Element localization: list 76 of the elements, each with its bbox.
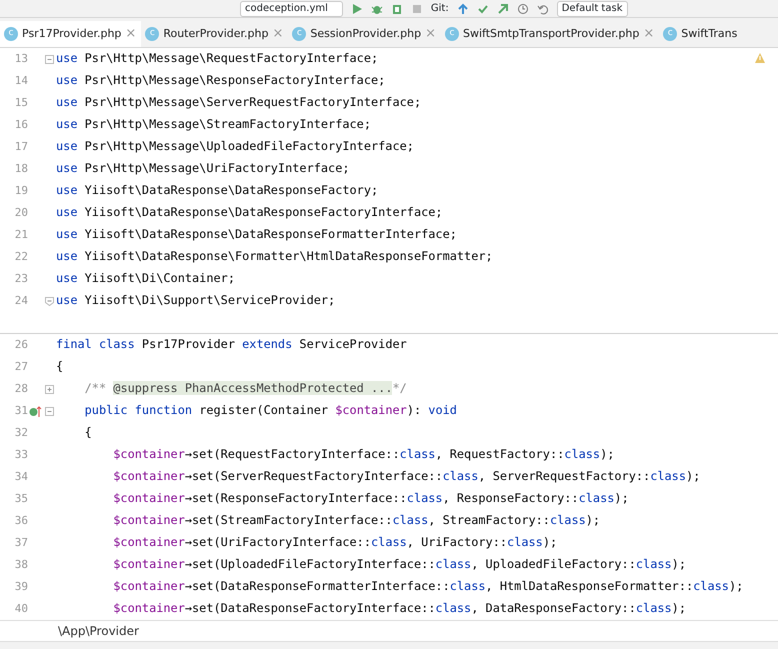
line-number: 18 xyxy=(14,160,28,177)
code-line: { xyxy=(56,358,64,376)
line-number: 26 xyxy=(14,336,28,353)
code-line: use Yiisoft\Di\Support\ServiceProvider; xyxy=(56,292,336,310)
line-number: 20 xyxy=(14,204,28,221)
line-number: 14 xyxy=(14,72,28,89)
editor-tab[interactable]: c Psr17Provider.php × xyxy=(0,20,142,47)
code-line: use Yiisoft\DataResponse\Formatter\HtmlDataResponseFormatter; xyxy=(56,248,493,266)
stop-icon[interactable] xyxy=(410,2,423,14)
line-number: 13 xyxy=(14,50,28,67)
code-line: $container→set(DataResponseFormatterInterface::class, HtmlDataResponseFormatter::class); xyxy=(112,578,744,596)
run-icon[interactable] xyxy=(350,2,363,14)
line-number: 31 xyxy=(14,402,28,419)
line-number: 32 xyxy=(14,424,28,441)
breadcrumb[interactable]: \App\Provider xyxy=(58,624,139,638)
editor-tab[interactable]: c SwiftSmtpTransportProvider.php × xyxy=(440,20,660,47)
fold-icon[interactable] xyxy=(44,406,54,416)
line-number: 17 xyxy=(14,138,28,155)
code-line: use Psr\Http\Message\StreamFactoryInterface; xyxy=(56,116,371,134)
code-line: use Psr\Http\Message\UriFactoryInterface; xyxy=(56,160,350,178)
code-line: $container→set(RequestFactoryInterface::class, RequestFactory::class); xyxy=(112,446,614,464)
code-line: $container→set(ServerRequestFactoryInterface::class, ServerRequestFactory::class); xyxy=(112,468,700,486)
code-line: $container→set(StreamFactoryInterface::class, StreamFactory::class); xyxy=(112,512,600,530)
fold-icon[interactable] xyxy=(44,296,54,306)
line-number: 19 xyxy=(14,182,28,199)
line-number: 33 xyxy=(14,446,28,463)
code-line: use Yiisoft\Di\Container; xyxy=(56,270,235,288)
line-number: 34 xyxy=(14,468,28,485)
code-line: use Yiisoft\DataResponse\DataResponseFactoryInterface; xyxy=(56,204,443,222)
line-number: 23 xyxy=(14,270,28,287)
code-line: public function register(Container $container): void xyxy=(84,402,457,420)
line-number: 22 xyxy=(14,248,28,265)
line-number: 27 xyxy=(14,358,28,375)
code-line: /** @suppress PhanAccessMethodProtected ...*/ xyxy=(84,380,407,398)
line-number: 16 xyxy=(14,116,28,133)
code-line: use Psr\Http\Message\ResponseFactoryInterface; xyxy=(56,72,386,90)
line-number: 21 xyxy=(14,226,28,243)
class-icon: c xyxy=(663,27,678,41)
line-number: 40 xyxy=(14,600,28,617)
code-line: $container→set(UriFactoryInterface::class, UriFactory::class); xyxy=(112,534,558,552)
fold-icon[interactable] xyxy=(44,54,54,64)
code-line: $container→set(UploadedFileFactoryInterface::class, UploadedFileFactory::class); xyxy=(112,556,686,574)
implements-icon[interactable] xyxy=(28,404,42,418)
class-icon: c xyxy=(444,27,459,41)
task-dropdown[interactable]: Default task xyxy=(556,0,628,16)
editor-tab[interactable]: c SessionProvider.php × xyxy=(288,20,441,47)
class-icon: c xyxy=(4,27,18,41)
code-line: { xyxy=(84,424,92,442)
code-line: use Psr\Http\Message\ServerRequestFactoryInterface; xyxy=(56,94,422,112)
check-icon[interactable] xyxy=(476,2,489,14)
class-icon: c xyxy=(145,27,160,41)
clock-icon[interactable] xyxy=(516,2,529,14)
editor-tab[interactable]: c SwiftTrans xyxy=(659,20,742,47)
line-number: 28 xyxy=(14,380,28,397)
arrow-icon[interactable] xyxy=(496,2,509,14)
line-number: 36 xyxy=(14,512,28,529)
code-line: use Yiisoft\DataResponse\DataResponseFormatterInterface; xyxy=(56,226,457,244)
code-line: final class Psr17Provider extends ServiceProvider xyxy=(56,336,407,354)
undo-icon[interactable] xyxy=(536,2,549,14)
code-line: use Psr\Http\Message\UploadedFileFactoryInterface; xyxy=(56,138,414,156)
fold-icon[interactable] xyxy=(44,384,54,394)
line-number: 37 xyxy=(14,534,28,551)
arrow-icon[interactable] xyxy=(456,2,469,14)
line-number: 15 xyxy=(14,94,28,111)
class-icon: c xyxy=(292,27,306,41)
vcs-label: Git: xyxy=(430,2,449,16)
code-line: use Yiisoft\DataResponse\DataResponseFactory; xyxy=(56,182,378,200)
code-line: $container→set(ResponseFactoryInterface::class, ResponseFactory::class); xyxy=(112,490,629,508)
code-line: use Psr\Http\Message\RequestFactoryInterface; xyxy=(56,50,378,68)
line-number: 35 xyxy=(14,490,28,507)
line-number: 39 xyxy=(14,578,28,595)
line-number: 24 xyxy=(14,292,28,309)
line-number: 38 xyxy=(14,556,28,573)
editor-tab[interactable]: c RouterProvider.php × xyxy=(141,20,288,47)
run-config-dropdown[interactable]: codeception.yml xyxy=(240,0,343,16)
code-line: $container→set(DataResponseFactoryInterface::class, DataResponseFactory::class); xyxy=(112,600,686,618)
